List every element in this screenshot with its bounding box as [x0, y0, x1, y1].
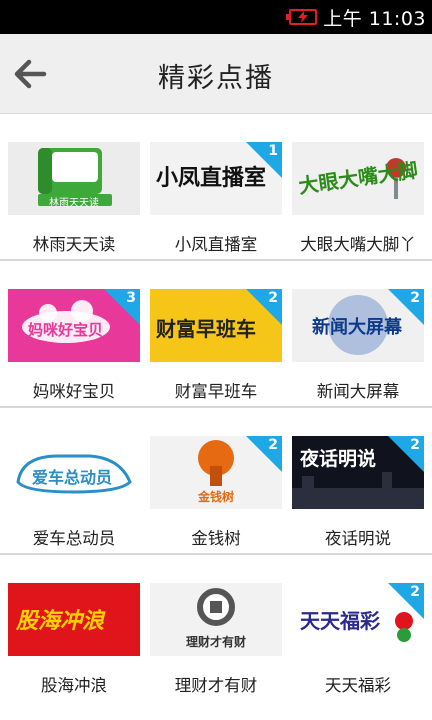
program-item-guhai[interactable]: 股海冲浪 股海冲浪 — [8, 583, 140, 703]
program-label: 妈咪好宝贝 — [32, 382, 116, 401]
badge-count: 2 — [268, 437, 278, 453]
program-thumb: 新闻大屏幕 2 — [292, 289, 424, 362]
badge-count: 3 — [126, 290, 136, 306]
program-label: 林雨天天读 — [32, 235, 116, 254]
program-item-caifu[interactable]: 财富早班车 2 财富早班车 — [150, 289, 282, 409]
program-logo-text: 股海冲浪 — [16, 609, 105, 634]
program-item-dayan[interactable]: 大眼大嘴大脚 大眼大嘴大脚丫 — [292, 142, 424, 262]
program-thumb: 金钱树 2 — [150, 436, 282, 509]
program-thumb: 大眼大嘴大脚 — [292, 142, 424, 215]
badge-count: 1 — [268, 143, 278, 159]
program-item-futai[interactable]: 天天福彩 2 天天福彩 — [292, 583, 424, 703]
program-label: 大眼大嘴大脚丫 — [300, 235, 416, 254]
program-thumb: 财富早班车 2 — [150, 289, 282, 362]
program-label: 财富早班车 — [174, 382, 258, 401]
badge-count: 2 — [410, 290, 420, 306]
grid-row: 股海冲浪 股海冲浪 理财才有财 理财才有财 天天福彩 2 天天福彩 — [0, 555, 432, 702]
program-thumb: 天天福彩 2 — [292, 583, 424, 656]
program-thumb: 爱车总动员 — [8, 436, 140, 509]
page-title: 精彩点播 — [158, 63, 274, 94]
program-logo-text: 金钱树 — [197, 490, 234, 504]
program-label: 金钱树 — [191, 529, 241, 548]
program-label: 理财才有财 — [174, 676, 258, 695]
status-time: 上午 11:03 — [323, 7, 426, 30]
program-item-yehua[interactable]: 夜话明说 2 夜话明说 — [292, 436, 424, 556]
program-thumb: 小凤直播室 1 — [150, 142, 282, 215]
badge-count: 2 — [410, 437, 420, 453]
program-item-aiche[interactable]: 爱车总动员 爱车总动员 — [8, 436, 140, 556]
program-logo-text: 爱车总动员 — [32, 468, 113, 487]
battery-charging-icon — [286, 9, 318, 25]
program-thumb: 股海冲浪 — [8, 583, 140, 656]
program-item-jinqian[interactable]: 金钱树 2 金钱树 — [150, 436, 282, 556]
program-logo-text: 妈咪好宝贝 — [28, 321, 104, 339]
program-logo-text: 财富早班车 — [156, 317, 256, 341]
badge-count: 2 — [268, 290, 278, 306]
program-thumb: 妈咪好宝贝 3 — [8, 289, 140, 362]
program-item-linyu[interactable]: 林雨天天读 林雨天天读 — [8, 142, 140, 262]
badge-count: 2 — [410, 584, 420, 600]
program-thumb: 理财才有财 — [150, 583, 282, 656]
program-label: 股海冲浪 — [41, 676, 107, 695]
status-bar: 上午 11:03 — [0, 0, 432, 34]
program-logo-text: 林雨天天读 — [49, 198, 99, 209]
grid-row: 爱车总动员 爱车总动员 金钱树 2 金钱树 夜话明说 2 夜话明说 — [0, 408, 432, 555]
app-header: 精彩点播 — [0, 34, 432, 114]
program-label: 新闻大屏幕 — [316, 382, 400, 401]
program-label: 小凤直播室 — [174, 235, 258, 254]
grid-row: 妈咪好宝贝 3 妈咪好宝贝 财富早班车 2 财富早班车 新闻大屏幕 2 新闻大屏… — [0, 261, 432, 408]
status-right: 上午 11:03 — [286, 5, 426, 30]
program-item-xinwen[interactable]: 新闻大屏幕 2 新闻大屏幕 — [292, 289, 424, 409]
program-thumb: 夜话明说 2 — [292, 436, 424, 509]
program-logo-text: 理财才有财 — [185, 635, 246, 649]
program-label: 夜话明说 — [325, 529, 391, 548]
program-logo-text: 天天福彩 — [300, 609, 380, 633]
grid-row: 林雨天天读 林雨天天读 小凤直播室 1 小凤直播室 大眼大嘴大脚 大眼大嘴大脚丫 — [0, 114, 432, 261]
program-item-xiaofeng[interactable]: 小凤直播室 1 小凤直播室 — [150, 142, 282, 262]
program-item-licai[interactable]: 理财才有财 理财才有财 — [150, 583, 282, 703]
program-thumb: 林雨天天读 — [8, 142, 140, 215]
program-item-mami[interactable]: 妈咪好宝贝 3 妈咪好宝贝 — [8, 289, 140, 409]
program-label: 天天福彩 — [325, 676, 391, 695]
program-label: 爱车总动员 — [32, 529, 116, 548]
